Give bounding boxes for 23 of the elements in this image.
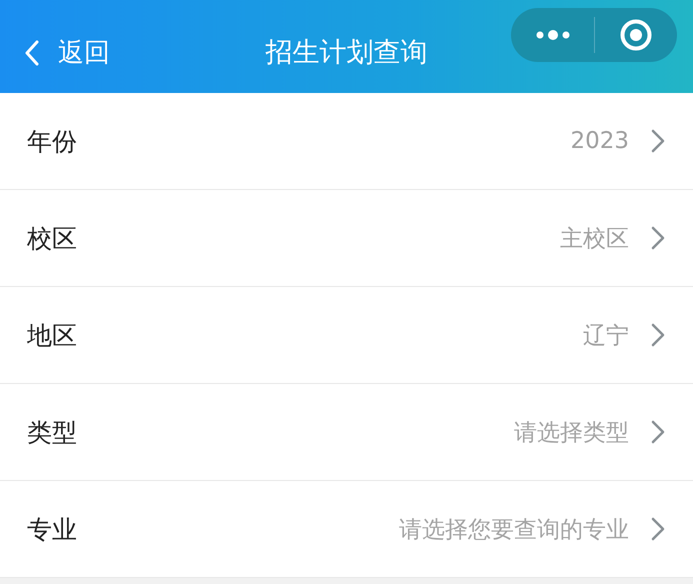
picker-row[interactable]: 年份 2023 [0, 93, 693, 190]
row-label: 地区 [27, 320, 77, 352]
row-label: 类型 [27, 416, 77, 448]
row-value: 主校区 [560, 224, 629, 254]
row-value: 2023 [570, 128, 629, 154]
chevron-right-icon [651, 420, 665, 444]
chevron-right-icon [651, 517, 665, 541]
picker-row[interactable]: 校区 主校区 [0, 190, 693, 287]
row-label: 校区 [27, 222, 77, 254]
row-placeholder: 请选择类型 [514, 418, 629, 448]
page-title: 招生计划查询 [266, 36, 428, 70]
picker-row[interactable]: 类型 请选择类型 [0, 384, 693, 481]
back-icon [24, 40, 40, 66]
row-value: 辽宁 [583, 322, 629, 350]
picker-row[interactable]: 地区 辽宁 [0, 287, 693, 384]
more-icon[interactable] [534, 28, 571, 42]
row-placeholder: 请选择您要查询的专业 [399, 516, 629, 544]
picker-row[interactable]: 专业 请选择您要查询的专业 [0, 481, 693, 578]
chevron-right-icon [651, 323, 665, 347]
row-label: 年份 [27, 126, 77, 158]
chevron-right-icon [651, 226, 665, 250]
row-label: 专业 [27, 514, 77, 546]
chevron-right-icon [651, 129, 665, 153]
